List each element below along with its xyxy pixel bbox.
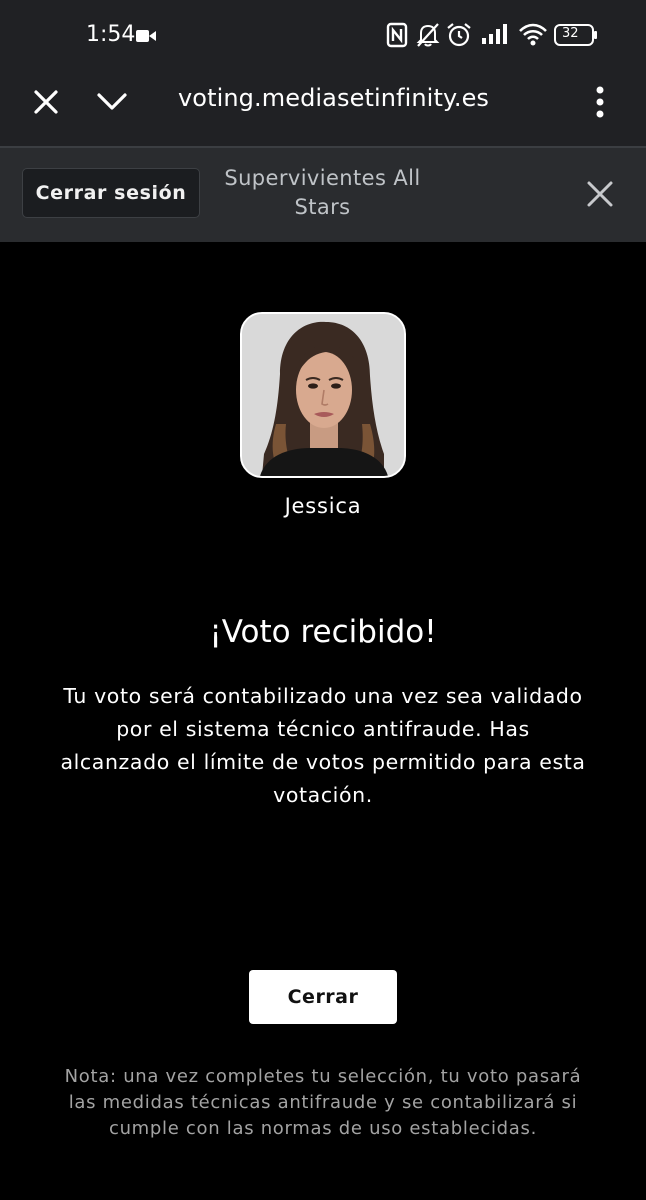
confirmation-title: ¡Voto recibido! <box>209 614 437 650</box>
contestant-avatar <box>240 312 406 478</box>
wifi-icon <box>519 23 547 46</box>
url-bar[interactable]: voting.mediasetinfinity.es <box>178 84 489 112</box>
contestant-name: Jessica <box>284 494 362 518</box>
app-header: Cerrar sesión Supervivientes All Stars <box>0 148 646 242</box>
more-vertical-icon[interactable] <box>590 84 610 120</box>
status-bar: 1:54 32 <box>0 0 646 66</box>
video-camera-icon <box>136 30 156 42</box>
battery-icon: 32 <box>554 22 598 48</box>
page-title: Supervivientes All Stars <box>224 166 421 219</box>
status-time: 1:54 <box>86 22 136 47</box>
close-icon[interactable] <box>30 86 62 118</box>
signal-icon <box>482 24 507 44</box>
confirmation-message: Tu voto será contabilizado una vez sea v… <box>60 684 586 807</box>
disclaimer-note: Nota: una vez completes tu selección, tu… <box>64 1066 582 1139</box>
bell-off-icon <box>416 23 440 47</box>
logout-button[interactable]: Cerrar sesión <box>22 168 200 218</box>
browser-toolbar: voting.mediasetinfinity.es <box>0 66 646 146</box>
battery-level: 32 <box>562 26 579 41</box>
chevron-down-icon[interactable] <box>94 86 130 118</box>
status-icons: 32 <box>386 22 646 50</box>
nfc-icon <box>386 22 408 48</box>
alarm-icon <box>447 23 471 47</box>
close-icon[interactable] <box>586 180 614 208</box>
close-button[interactable]: Cerrar <box>249 970 397 1024</box>
